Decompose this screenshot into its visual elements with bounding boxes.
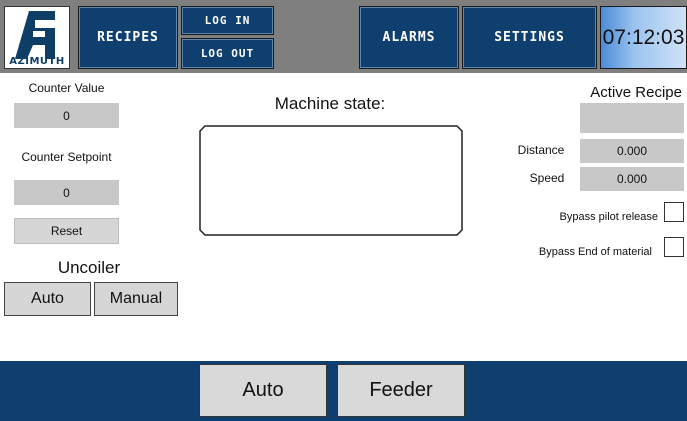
reset-button[interactable]: Reset bbox=[14, 218, 119, 244]
bypass-end-of-material-checkbox[interactable] bbox=[664, 237, 684, 257]
feeder-button[interactable]: Feeder bbox=[337, 364, 465, 417]
logo-text: AZIMUTH bbox=[9, 56, 65, 67]
machine-state-display bbox=[199, 125, 463, 236]
bypass-end-of-material-label: Bypass End of material bbox=[538, 246, 652, 258]
speed-field: 0.000 bbox=[580, 167, 684, 191]
distance-field: 0.000 bbox=[580, 139, 684, 163]
log-in-button[interactable]: LOG IN bbox=[181, 6, 274, 35]
counter-value-label: Counter Value bbox=[28, 81, 105, 95]
speed-label: Speed bbox=[529, 171, 565, 185]
active-recipe-label: Active Recipe bbox=[590, 84, 682, 101]
settings-button[interactable]: SETTINGS bbox=[462, 6, 597, 69]
uncoiler-auto-button[interactable]: Auto bbox=[4, 282, 91, 316]
counter-setpoint-field[interactable]: 0 bbox=[14, 180, 119, 205]
counter-setpoint-label: Counter Setpoint bbox=[21, 150, 112, 164]
clock-display: 07:12:03 bbox=[600, 6, 687, 69]
distance-label: Distance bbox=[517, 143, 565, 157]
uncoiler-label: Uncoiler bbox=[57, 258, 121, 277]
uncoiler-manual-button[interactable]: Manual bbox=[94, 282, 178, 316]
auto-mode-button[interactable]: Auto bbox=[199, 364, 327, 417]
machine-state-label: Machine state: bbox=[274, 94, 386, 113]
log-out-button[interactable]: LOG OUT bbox=[181, 38, 274, 69]
counter-value-field: 0 bbox=[14, 103, 119, 128]
azimuth-logo-icon bbox=[15, 11, 63, 59]
azimuth-logo: AZIMUTH bbox=[4, 6, 70, 69]
bypass-pilot-release-checkbox[interactable] bbox=[664, 202, 684, 222]
alarms-button[interactable]: ALARMS bbox=[359, 6, 459, 69]
recipes-button[interactable]: RECIPES bbox=[78, 6, 178, 69]
active-recipe-field bbox=[580, 103, 684, 133]
bypass-pilot-release-label: Bypass pilot release bbox=[559, 211, 658, 223]
